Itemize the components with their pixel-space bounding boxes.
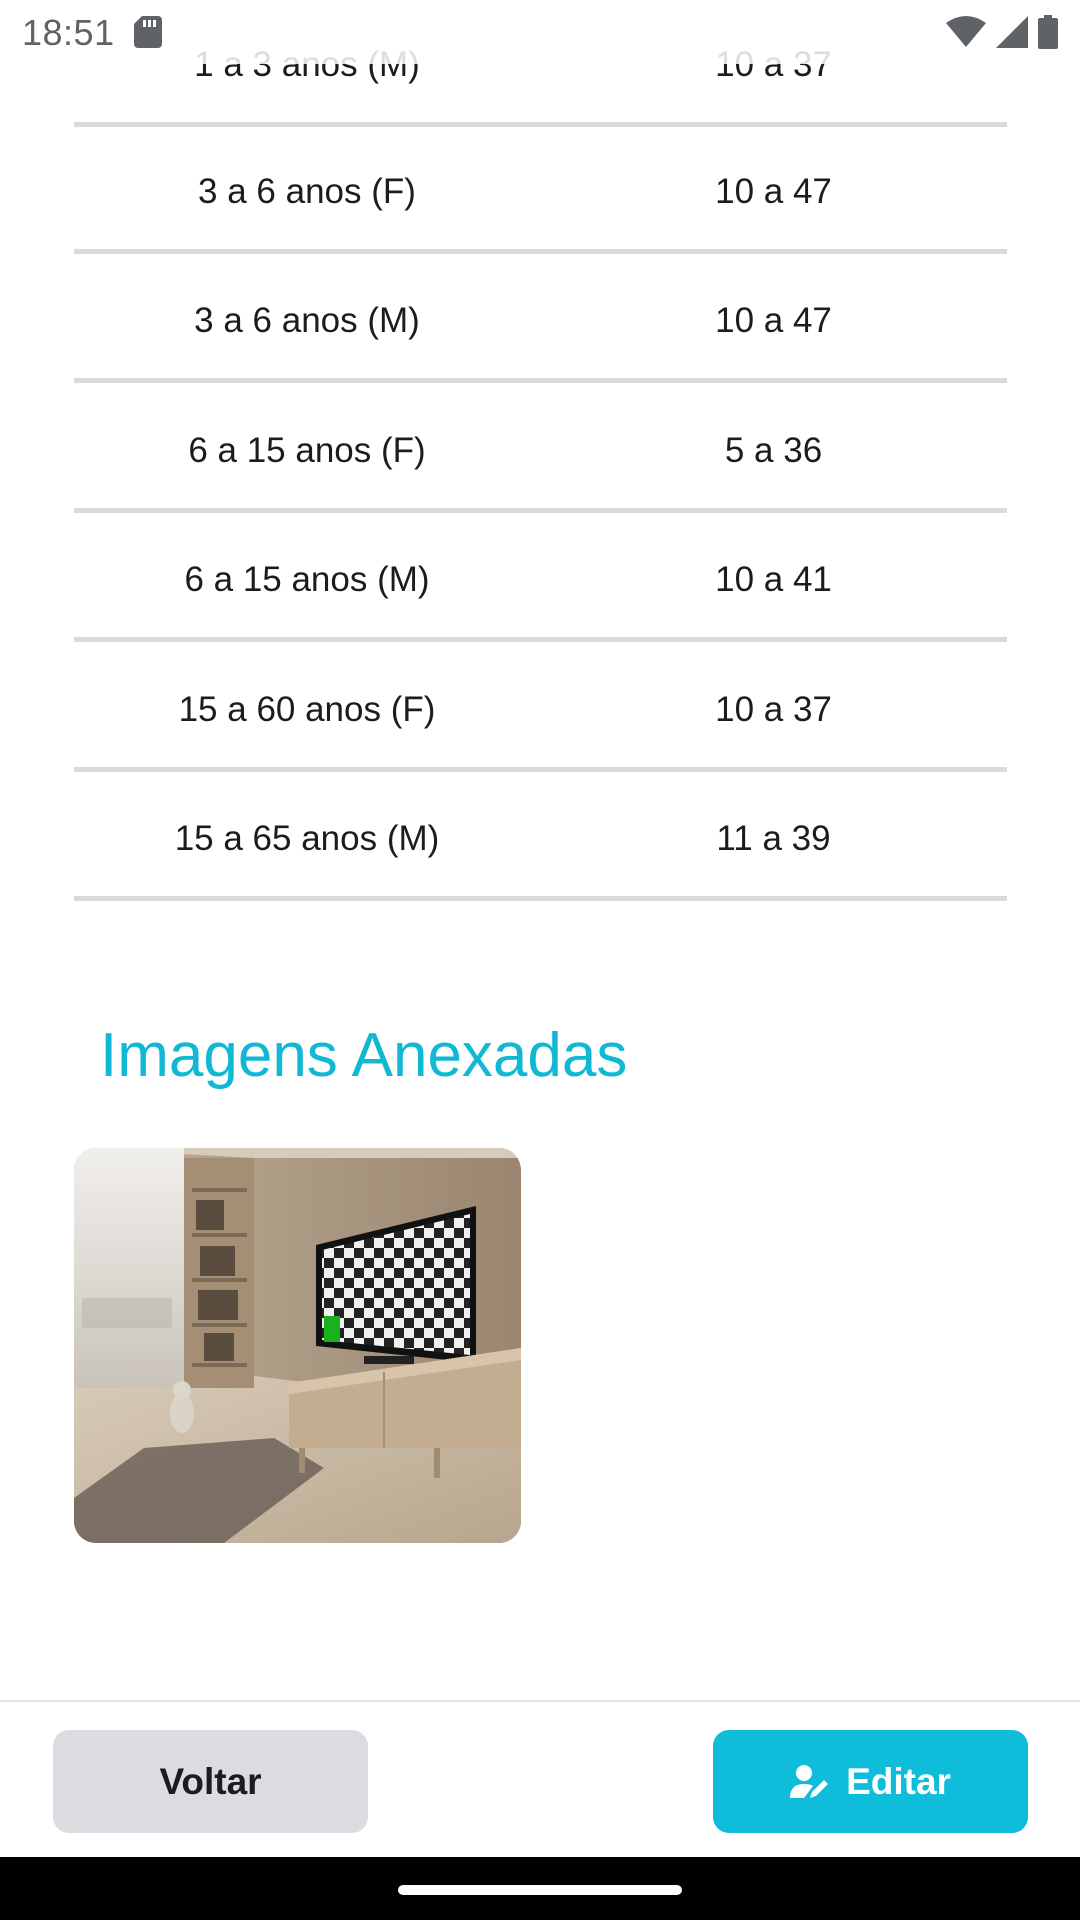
range-cell: 10 a 47 [715, 171, 832, 211]
range-cell: 5 a 36 [724, 430, 823, 470]
age-cell: 6 a 15 anos (F) [188, 430, 426, 470]
table-row: 3 a 6 anos (M) 10 a 47 [74, 258, 1007, 383]
home-gesture-handle[interactable] [398, 1885, 682, 1895]
room-photo-image [74, 1148, 521, 1543]
range-cell: 10 a 47 [715, 300, 832, 340]
footer-bar: Voltar Editar [0, 1700, 1080, 1857]
age-cell: 6 a 15 anos (M) [184, 559, 430, 599]
age-cell: 15 a 65 anos (M) [174, 818, 440, 858]
table-row: 15 a 65 anos (M) 11 a 39 [74, 776, 1007, 901]
status-icons [946, 14, 1058, 50]
attached-image-thumbnail[interactable] [74, 1148, 521, 1543]
age-cell: 15 a 60 anos (F) [178, 689, 436, 729]
edit-user-icon [790, 1764, 829, 1798]
cell-signal-icon [996, 16, 1028, 48]
age-cell: 3 a 6 anos (F) [198, 171, 416, 211]
table-row: 3 a 6 anos (F) 10 a 47 [74, 129, 1007, 254]
attachments-title: Imagens Anexadas [100, 1021, 628, 1090]
status-bar: 18:51 [0, 0, 1080, 64]
edit-button[interactable]: Editar [713, 1730, 1028, 1833]
range-cell: 10 a 41 [715, 559, 832, 599]
sd-card-icon [134, 16, 162, 48]
range-cell: 10 a 37 [715, 689, 832, 729]
table-row: 15 a 60 anos (F) 10 a 37 [74, 647, 1007, 772]
table-row: 6 a 15 anos (F) 5 a 36 [74, 388, 1007, 513]
age-cell: 3 a 6 anos (M) [194, 300, 420, 340]
status-time: 18:51 [22, 12, 115, 53]
navigation-bar [0, 1857, 1080, 1920]
back-button[interactable]: Voltar [53, 1730, 368, 1833]
edit-button-label: Editar [846, 1760, 951, 1802]
back-button-label: Voltar [159, 1760, 262, 1802]
wifi-icon [946, 16, 986, 47]
battery-icon [1038, 15, 1058, 49]
range-cell: 11 a 39 [716, 818, 831, 858]
table-row: 6 a 15 anos (M) 10 a 41 [74, 517, 1007, 642]
